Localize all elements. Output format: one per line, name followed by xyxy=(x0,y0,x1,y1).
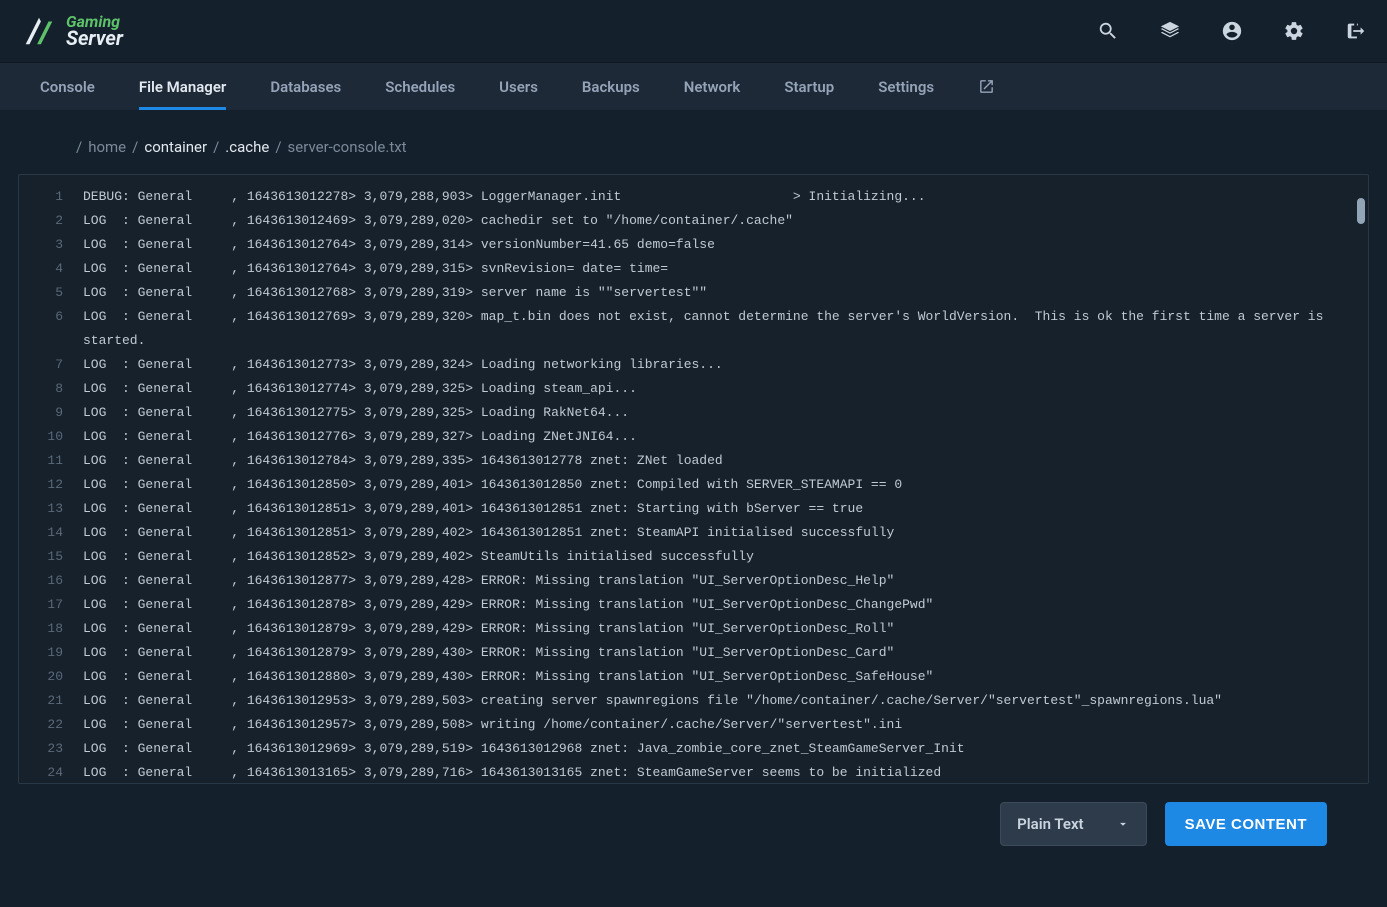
language-select-label: Plain Text xyxy=(1017,815,1083,833)
tab-console[interactable]: Console xyxy=(40,63,95,110)
code-line: LOG : General , 1643613012773> 3,079,289… xyxy=(83,353,1360,377)
footer-actions: Plain Text SAVE CONTENT xyxy=(0,784,1387,846)
search-icon[interactable] xyxy=(1097,20,1119,42)
code-line: LOG : General , 1643613012851> 3,079,289… xyxy=(83,497,1360,521)
breadcrumb-segment[interactable]: home xyxy=(88,138,126,156)
line-gutter: 123456789101112131415161718192021222324 xyxy=(19,175,75,783)
code-line: LOG : General , 1643613012469> 3,079,289… xyxy=(83,209,1360,233)
account-icon[interactable] xyxy=(1221,20,1243,42)
code-line: LOG : General , 1643613012776> 3,079,289… xyxy=(83,425,1360,449)
code-line: LOG : General , 1643613012878> 3,079,289… xyxy=(83,593,1360,617)
code-line: DEBUG: General , 1643613012278> 3,079,28… xyxy=(83,185,1360,209)
code-line: LOG : General , 1643613012769> 3,079,289… xyxy=(83,305,1360,353)
breadcrumb: /home/container/.cache/server-console.tx… xyxy=(0,110,1387,174)
tab-startup[interactable]: Startup xyxy=(784,63,834,110)
save-button[interactable]: SAVE CONTENT xyxy=(1165,802,1327,846)
tab-settings[interactable]: Settings xyxy=(878,63,934,110)
code-line: LOG : General , 1643613012879> 3,079,289… xyxy=(83,617,1360,641)
code-line: LOG : General , 1643613012957> 3,079,289… xyxy=(83,713,1360,737)
logo-icon xyxy=(20,12,58,50)
code-line: LOG : General , 1643613012852> 3,079,289… xyxy=(83,545,1360,569)
tab-file-manager[interactable]: File Manager xyxy=(139,63,226,110)
logo-text: Gaming Server xyxy=(66,15,123,47)
code-line: LOG : General , 1643613012775> 3,079,289… xyxy=(83,401,1360,425)
code-line: LOG : General , 1643613012969> 3,079,289… xyxy=(83,737,1360,761)
tab-users[interactable]: Users xyxy=(499,63,538,110)
breadcrumb-segment[interactable]: container xyxy=(144,138,207,156)
code-line: LOG : General , 1643613012877> 3,079,289… xyxy=(83,569,1360,593)
code-line: LOG : General , 1643613012764> 3,079,289… xyxy=(83,233,1360,257)
breadcrumb-segment[interactable]: .cache xyxy=(225,138,269,156)
code-content[interactable]: DEBUG: General , 1643613012278> 3,079,28… xyxy=(75,175,1368,783)
language-select[interactable]: Plain Text xyxy=(1000,802,1146,846)
logo-text-line2: Server xyxy=(66,29,123,47)
code-line: LOG : General , 1643613012784> 3,079,289… xyxy=(83,449,1360,473)
code-line: LOG : General , 1643613012953> 3,079,289… xyxy=(83,689,1360,713)
code-editor[interactable]: 123456789101112131415161718192021222324 … xyxy=(18,174,1369,784)
logo[interactable]: Gaming Server xyxy=(20,12,123,50)
code-line: LOG : General , 1643613012850> 3,079,289… xyxy=(83,473,1360,497)
tab-databases[interactable]: Databases xyxy=(270,63,341,110)
code-line: LOG : General , 1643613012851> 3,079,289… xyxy=(83,521,1360,545)
tab-schedules[interactable]: Schedules xyxy=(385,63,455,110)
logout-icon[interactable] xyxy=(1345,20,1367,42)
code-line: LOG : General , 1643613013165> 3,079,289… xyxy=(83,761,1360,783)
code-line: LOG : General , 1643613012774> 3,079,289… xyxy=(83,377,1360,401)
tab-backups[interactable]: Backups xyxy=(582,63,640,110)
header-actions xyxy=(1097,20,1367,42)
code-line: LOG : General , 1643613012768> 3,079,289… xyxy=(83,281,1360,305)
external-link-icon[interactable] xyxy=(978,63,995,110)
breadcrumb-segment: server-console.txt xyxy=(288,138,407,156)
scrollbar-thumb[interactable] xyxy=(1357,198,1365,224)
header: Gaming Server xyxy=(0,0,1387,62)
chevron-down-icon xyxy=(1116,817,1130,831)
code-line: LOG : General , 1643613012764> 3,079,289… xyxy=(83,257,1360,281)
nav-tabs: Console File Manager Databases Schedules Use… xyxy=(0,62,1387,110)
settings-icon[interactable] xyxy=(1283,20,1305,42)
code-line: LOG : General , 1643613012880> 3,079,289… xyxy=(83,665,1360,689)
code-line: LOG : General , 1643613012879> 3,079,289… xyxy=(83,641,1360,665)
tab-network[interactable]: Network xyxy=(684,63,741,110)
layers-icon[interactable] xyxy=(1159,20,1181,42)
